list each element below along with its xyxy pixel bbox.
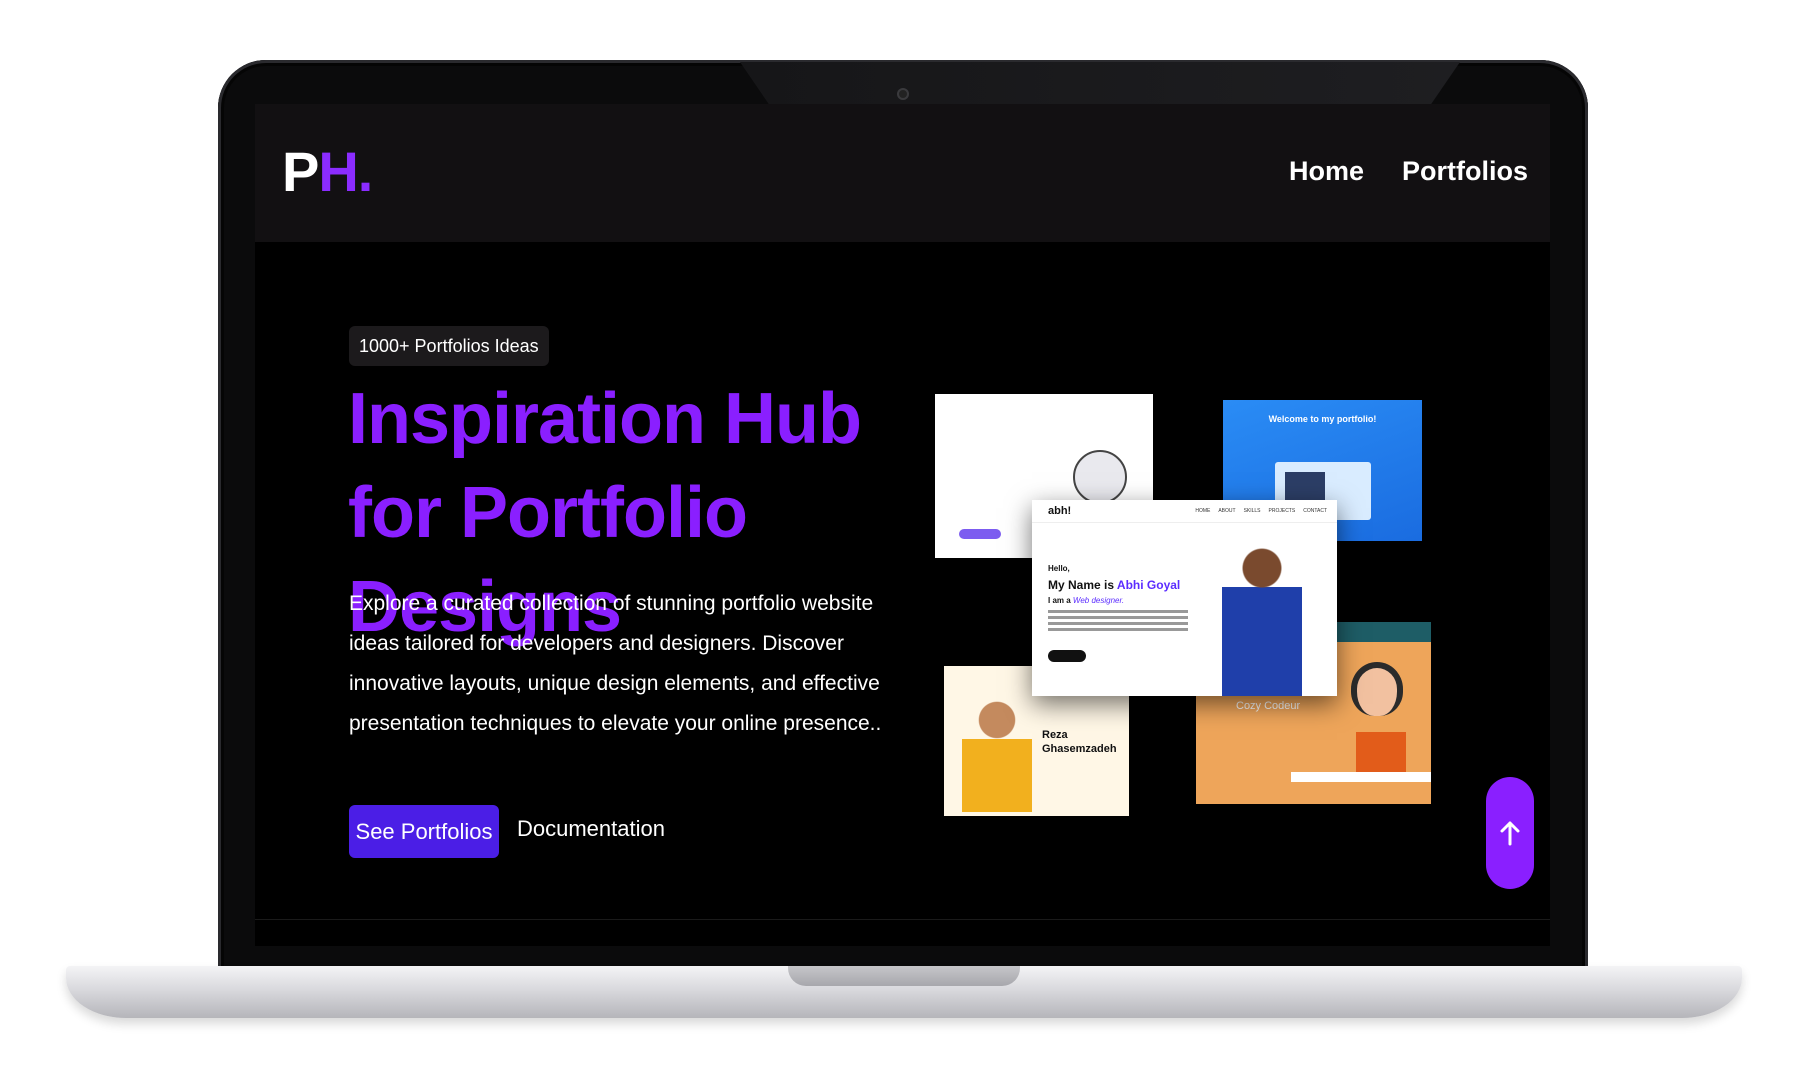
preview-heading: My Name is Abhi Goyal [1048, 578, 1180, 592]
nav-link-portfolios[interactable]: Portfolios [1402, 156, 1528, 187]
documentation-link[interactable]: Documentation [517, 816, 665, 842]
nav-link-home[interactable]: Home [1289, 156, 1364, 187]
preview-heading-prefix: My Name is [1048, 578, 1115, 592]
nav-links: Home Portfolios [1289, 156, 1528, 187]
preview-title: Cozy Codeur [1236, 700, 1301, 712]
preview-role-prefix: I am a [1048, 596, 1071, 605]
preview-role: I am a Web designer. [1048, 596, 1124, 605]
person-photo [962, 694, 1032, 812]
logo-letter-h: H. [318, 140, 373, 203]
screen: PH. Home Portfolios 1000+ Portfolios Ide… [255, 104, 1550, 946]
preview-hello: Hello, [1048, 564, 1070, 573]
preview-button-shape [959, 529, 1001, 539]
preview-menu-item: PROJECTS [1268, 508, 1296, 514]
preview-menu-item: SKILLS [1243, 508, 1261, 514]
camera-icon [897, 88, 909, 100]
preview-menu-item: HOME [1195, 508, 1211, 514]
portfolio-preview-card-main: abh! HOME ABOUT SKILLS PROJECTS CONTACT … [1032, 500, 1337, 696]
avatar-illustration [1073, 450, 1127, 504]
preview-name: Reza Ghasemzadeh [1042, 729, 1117, 755]
preview-role-value: Web designer. [1072, 596, 1125, 605]
logo[interactable]: PH. [282, 144, 373, 200]
preview-heading-name: Abhi Goyal [1116, 578, 1181, 592]
navbar: PH. Home Portfolios [255, 104, 1550, 242]
see-portfolios-button[interactable]: See Portfolios [349, 805, 499, 858]
preview-menu-item: ABOUT [1218, 508, 1236, 514]
logo-letter-p: P [282, 140, 319, 203]
preview-paragraph [1048, 610, 1188, 634]
person-photo [1222, 540, 1302, 696]
preview-laptop-illustration [1356, 732, 1406, 772]
preview-menu-item: CONTACT [1303, 508, 1327, 514]
divider [255, 919, 1550, 920]
hero-description: Explore a curated collection of stunning… [349, 592, 882, 735]
preview-welcome-text: Welcome to my portfolio! [1268, 414, 1377, 424]
portfolio-count-badge: 1000+ Portfolios Ideas [349, 326, 549, 366]
preview-brand: abh! [1048, 505, 1072, 517]
scroll-to-top-button[interactable] [1486, 777, 1534, 889]
preview-desk-illustration [1291, 772, 1431, 782]
preview-download-button [1048, 650, 1086, 662]
preview-illustration-monitor [1285, 472, 1325, 500]
preview-menu: HOME ABOUT SKILLS PROJECTS CONTACT [1195, 508, 1327, 514]
lid-bezel-shade [740, 62, 1460, 104]
laptop-base-notch [788, 966, 1020, 986]
arrow-up-icon [1500, 821, 1520, 846]
headphones-person-illustration [1351, 662, 1403, 716]
